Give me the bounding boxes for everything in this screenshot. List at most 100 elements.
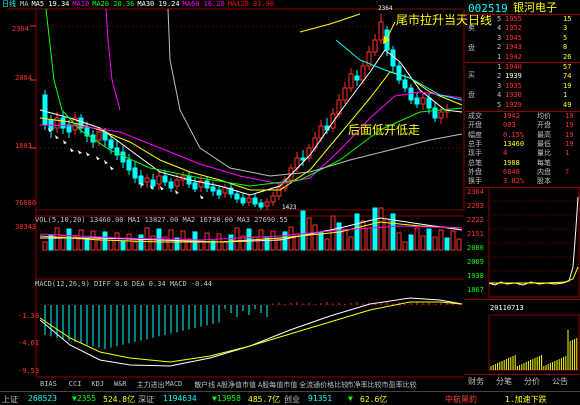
- intraday-axis-label: 1938: [467, 272, 484, 280]
- kline-candle: [174, 179, 180, 187]
- volume-bar: [426, 228, 432, 251]
- ask-price: 1943: [505, 43, 522, 52]
- kline-candle: [234, 193, 240, 200]
- ma-legend-item: MA120 31.90: [227, 0, 275, 8]
- volume-bar: [282, 231, 288, 251]
- indicator-tab[interactable]: A股净值市值: [217, 380, 256, 390]
- volume-bar: [150, 235, 156, 251]
- stat-value: 19: [565, 139, 574, 148]
- quote-tab[interactable]: 公告: [552, 378, 568, 386]
- ask-level-label: 3: [497, 33, 502, 42]
- kline-candle: [156, 175, 162, 185]
- kline-candle: [216, 189, 222, 196]
- volume-bar: [342, 229, 348, 251]
- intraday-axis-label: 1867: [467, 286, 484, 294]
- quote-tab[interactable]: 分价: [524, 378, 540, 386]
- macd-axis-label: -1.30: [18, 312, 40, 320]
- quote-tab[interactable]: 分笔: [496, 378, 512, 386]
- indicator-tab[interactable]: 市净率比较: [347, 380, 382, 390]
- stat-value: 1942: [503, 112, 520, 120]
- signal-flag-icon: [86, 152, 90, 156]
- volume-bar: [336, 222, 342, 251]
- status-item: 268523: [28, 394, 57, 403]
- price-axis-label: 2084: [15, 74, 32, 82]
- high-price-mark: 2364: [378, 5, 393, 12]
- volume-bar: [360, 220, 366, 251]
- kline-candle: [438, 111, 444, 119]
- indicator-tab[interactable]: 市盈率比较: [382, 380, 417, 390]
- intraday-frame: [488, 187, 580, 298]
- bid-level-label: 5: [497, 100, 502, 109]
- panel-divider: [465, 62, 580, 63]
- period-label[interactable]: 日线: [2, 1, 16, 8]
- intraday-axis-label: 2151: [467, 230, 484, 238]
- ask-level-label: 4: [497, 24, 502, 33]
- intraday-volume-chart: [488, 314, 580, 371]
- status-item: 创业: [284, 395, 300, 404]
- kline-candle: [372, 39, 378, 53]
- ma120-line: [105, 8, 121, 111]
- stat-label: 现手: [468, 149, 482, 158]
- volume-bar: [444, 237, 450, 251]
- kline-candle: [210, 186, 216, 192]
- indicator-tab[interactable]: A股每值市值: [258, 380, 297, 390]
- bid-price: 1929: [505, 100, 522, 109]
- ma-legend-item: MA: [20, 0, 29, 8]
- volume-bar: [102, 231, 108, 251]
- intraday-axis-label: 2364: [467, 188, 484, 196]
- indicator-tab[interactable]: 散户线: [194, 380, 215, 390]
- ma-legend-item: MA60 16.20: [182, 0, 225, 8]
- bid-price: 1939: [505, 72, 522, 81]
- status-item: 中航黑豹: [445, 395, 477, 404]
- indicator-tab[interactable]: 全流通价格比较: [299, 380, 348, 390]
- bid-group-label: 买: [468, 71, 475, 79]
- kline-candle: [240, 197, 246, 204]
- volume-bar: [120, 240, 126, 251]
- bid-price: 1935: [505, 81, 522, 90]
- panel-divider: [465, 187, 580, 188]
- indicator-tab[interactable]: CCI: [69, 380, 82, 390]
- kline-candle: [150, 179, 156, 187]
- indicator-tab[interactable]: MACD: [165, 380, 182, 390]
- stat-value: 19: [565, 112, 574, 120]
- volume-bar: [114, 232, 120, 251]
- stat-label: 每笔: [537, 158, 551, 167]
- quote-tab[interactable]: 财务: [468, 378, 484, 386]
- kline-candle: [414, 97, 420, 105]
- volume-bar: [420, 235, 426, 251]
- volume-bar: [276, 238, 282, 251]
- stat-label: 最高: [537, 130, 551, 139]
- ma-legend: MA MA5 19.34 MA10 MA20 20.36 MA30 19.24 MA60 …: [20, 1, 277, 8]
- panel-divider: [465, 111, 580, 112]
- status-bar: 上证 268523 ▼2355 524.8亿 深证 1194634 ▼13958 485.7亿…: [0, 391, 580, 405]
- volume-bar: [408, 234, 414, 251]
- stat-label: 开盘: [537, 121, 551, 130]
- ma-legend-item: MA30 19.24: [137, 0, 180, 8]
- kline-candle: [402, 79, 408, 89]
- indicator-tab[interactable]: 主力进出: [137, 380, 165, 390]
- stat-label: 均价: [537, 112, 551, 120]
- macd-axis-label: -9.53: [18, 367, 40, 375]
- kline-candle: [246, 197, 252, 203]
- volume-bar: [222, 241, 228, 251]
- indicator-tab[interactable]: KDJ: [91, 380, 104, 390]
- stat-label: 幅度: [468, 130, 482, 139]
- kline-candle: [108, 139, 114, 149]
- arrow-line: [299, 13, 361, 33]
- status-item: 485.7亿: [248, 395, 281, 404]
- kline-chart[interactable]: [0, 0, 465, 390]
- kline-candle: [264, 201, 270, 207]
- volume-bar: [54, 227, 60, 251]
- kline-candle: [168, 181, 174, 189]
- ask-price: 1955: [505, 15, 522, 23]
- intraday-price-line: [488, 196, 579, 286]
- indicator-tab[interactable]: W&R: [114, 380, 127, 390]
- indicator-tab[interactable]: BIAS: [40, 380, 57, 390]
- status-item: 深证: [138, 395, 154, 404]
- volume-bar: [432, 236, 438, 251]
- volume-bar: [402, 241, 408, 251]
- kline-candle: [426, 97, 432, 109]
- kline-candle: [162, 175, 168, 183]
- bid-price: 1940: [505, 63, 522, 71]
- intraday-axis-label: 2222: [467, 216, 484, 224]
